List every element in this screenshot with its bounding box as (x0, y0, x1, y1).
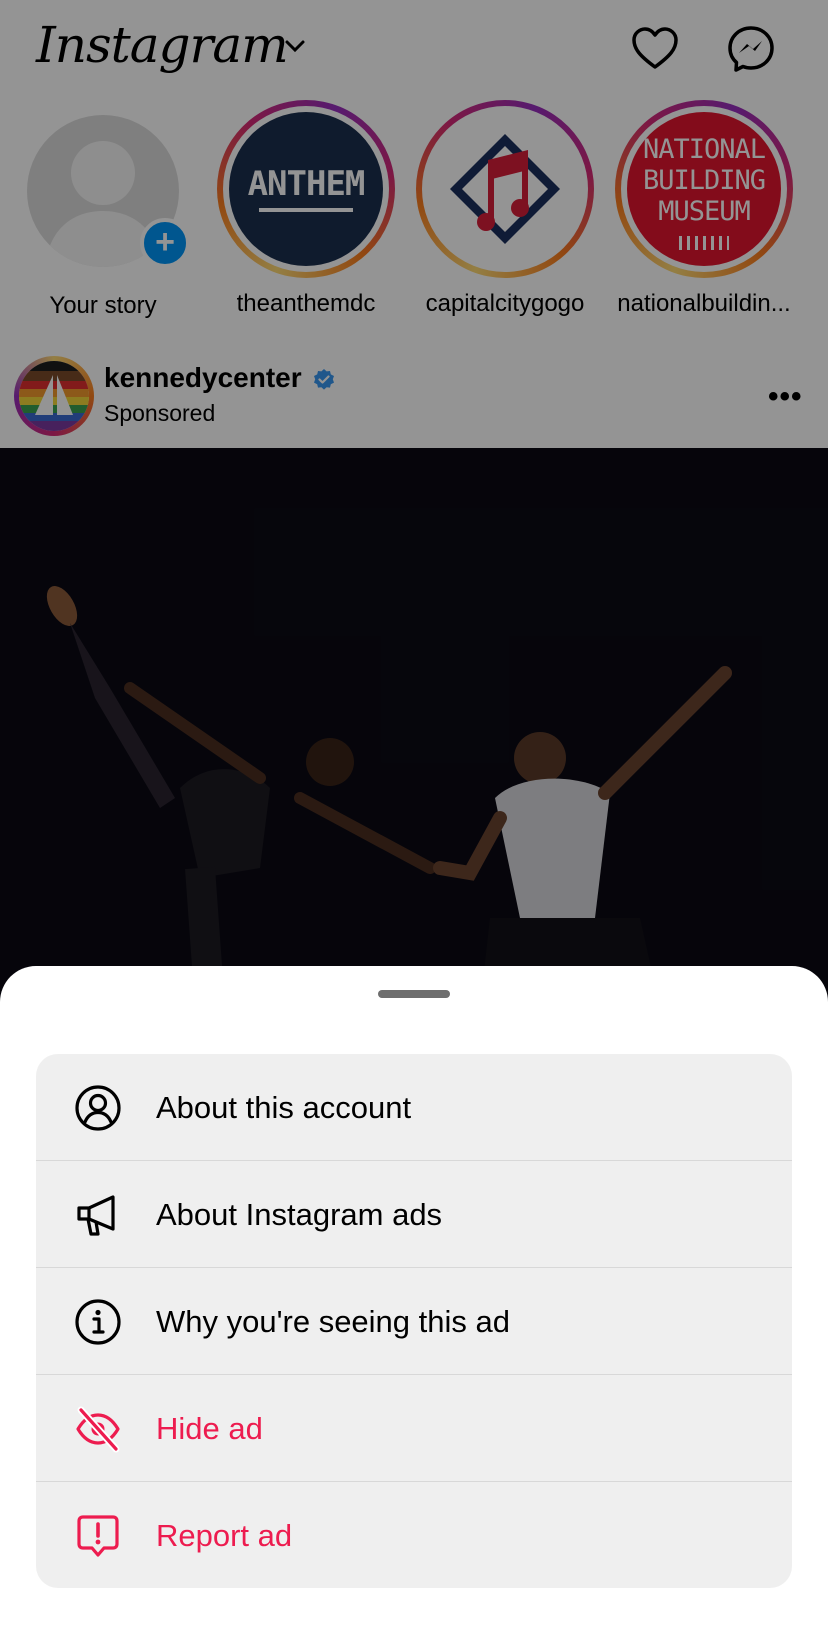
ad-options-menu: About this account About Instagram ads W… (36, 1054, 792, 1588)
megaphone-icon (77, 1195, 115, 1236)
ad-options-sheet: About this account About Instagram ads W… (0, 966, 828, 1626)
menu-item-why-seeing-ad[interactable]: Why you're seeing this ad (36, 1268, 792, 1375)
menu-item-about-this-account[interactable]: About this account (36, 1054, 792, 1161)
menu-item-label: Why you're seeing this ad (156, 1304, 510, 1339)
info-icon (75, 1299, 121, 1345)
menu-item-about-instagram-ads[interactable]: About Instagram ads (36, 1161, 792, 1268)
report-icon (77, 1515, 119, 1557)
user-circle-icon (75, 1085, 121, 1131)
menu-item-label: Hide ad (156, 1411, 263, 1446)
menu-item-label: About this account (156, 1090, 412, 1125)
menu-item-label: Report ad (156, 1518, 293, 1553)
sheet-grabber-handle[interactable] (378, 990, 450, 998)
eye-off-icon (76, 1406, 120, 1453)
menu-item-report-ad[interactable]: Report ad (36, 1482, 792, 1588)
menu-item-label: About Instagram ads (156, 1197, 443, 1232)
menu-item-hide-ad[interactable]: Hide ad (36, 1375, 792, 1482)
